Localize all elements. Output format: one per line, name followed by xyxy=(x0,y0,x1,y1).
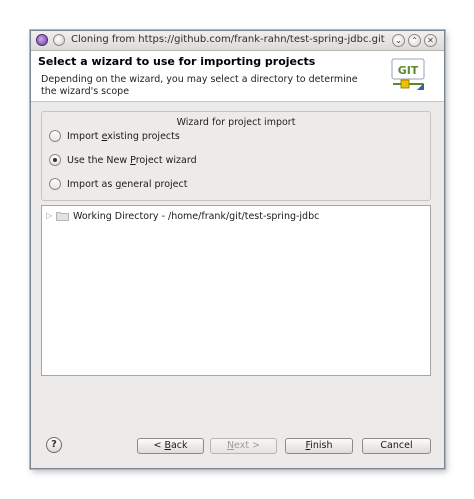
radio-label: Use the New Project wizard xyxy=(67,154,197,166)
radio-import-general[interactable]: Import as general project xyxy=(49,176,187,192)
git-logo-text: GIT xyxy=(398,64,419,77)
finish-button[interactable]: Finish xyxy=(285,438,353,454)
window-menu-icon[interactable] xyxy=(53,34,65,46)
page-description: Depending on the wizard, you may select … xyxy=(41,74,358,97)
radio-label: Import as general project xyxy=(67,178,188,190)
cancel-button[interactable]: Cancel xyxy=(362,438,431,454)
wizard-header: Select a wizard to use for importing pro… xyxy=(31,51,444,102)
git-logo-icon: GIT xyxy=(391,58,425,90)
minimize-button[interactable]: ⌄ xyxy=(392,34,405,47)
help-button[interactable]: ? xyxy=(46,437,62,453)
next-button[interactable]: Next > xyxy=(210,438,277,454)
radio-button-selected[interactable] xyxy=(49,154,61,166)
title-bar[interactable]: Cloning from https://github.com/frank-ra… xyxy=(31,31,444,51)
back-button[interactable]: < Back xyxy=(137,438,204,454)
close-button[interactable]: ✕ xyxy=(424,34,437,47)
folder-icon xyxy=(56,212,69,221)
radio-import-existing[interactable]: Import existing projects xyxy=(49,128,180,144)
tree-item-label: Working Directory - /home/frank/git/test… xyxy=(73,210,320,222)
radio-button[interactable] xyxy=(49,130,61,142)
page-title: Select a wizard to use for importing pro… xyxy=(38,55,316,68)
group-legend: Wizard for project import xyxy=(176,117,296,128)
maximize-button[interactable]: ⌃ xyxy=(408,34,421,47)
radio-label: Import existing projects xyxy=(67,130,180,142)
radio-button[interactable] xyxy=(49,178,61,190)
radio-new-project-wizard[interactable]: Use the New Project wizard xyxy=(49,152,197,168)
tree-expander-icon[interactable]: ▷ xyxy=(46,211,54,221)
window-title: Cloning from https://github.com/frank-ra… xyxy=(71,34,385,45)
tree-item[interactable]: ▷ Working Directory - /home/frank/git/te… xyxy=(46,209,319,223)
wizard-group: Wizard for project import Import existin… xyxy=(41,111,431,201)
directory-tree[interactable]: ▷ Working Directory - /home/frank/git/te… xyxy=(41,205,431,376)
app-icon[interactable] xyxy=(36,34,48,46)
